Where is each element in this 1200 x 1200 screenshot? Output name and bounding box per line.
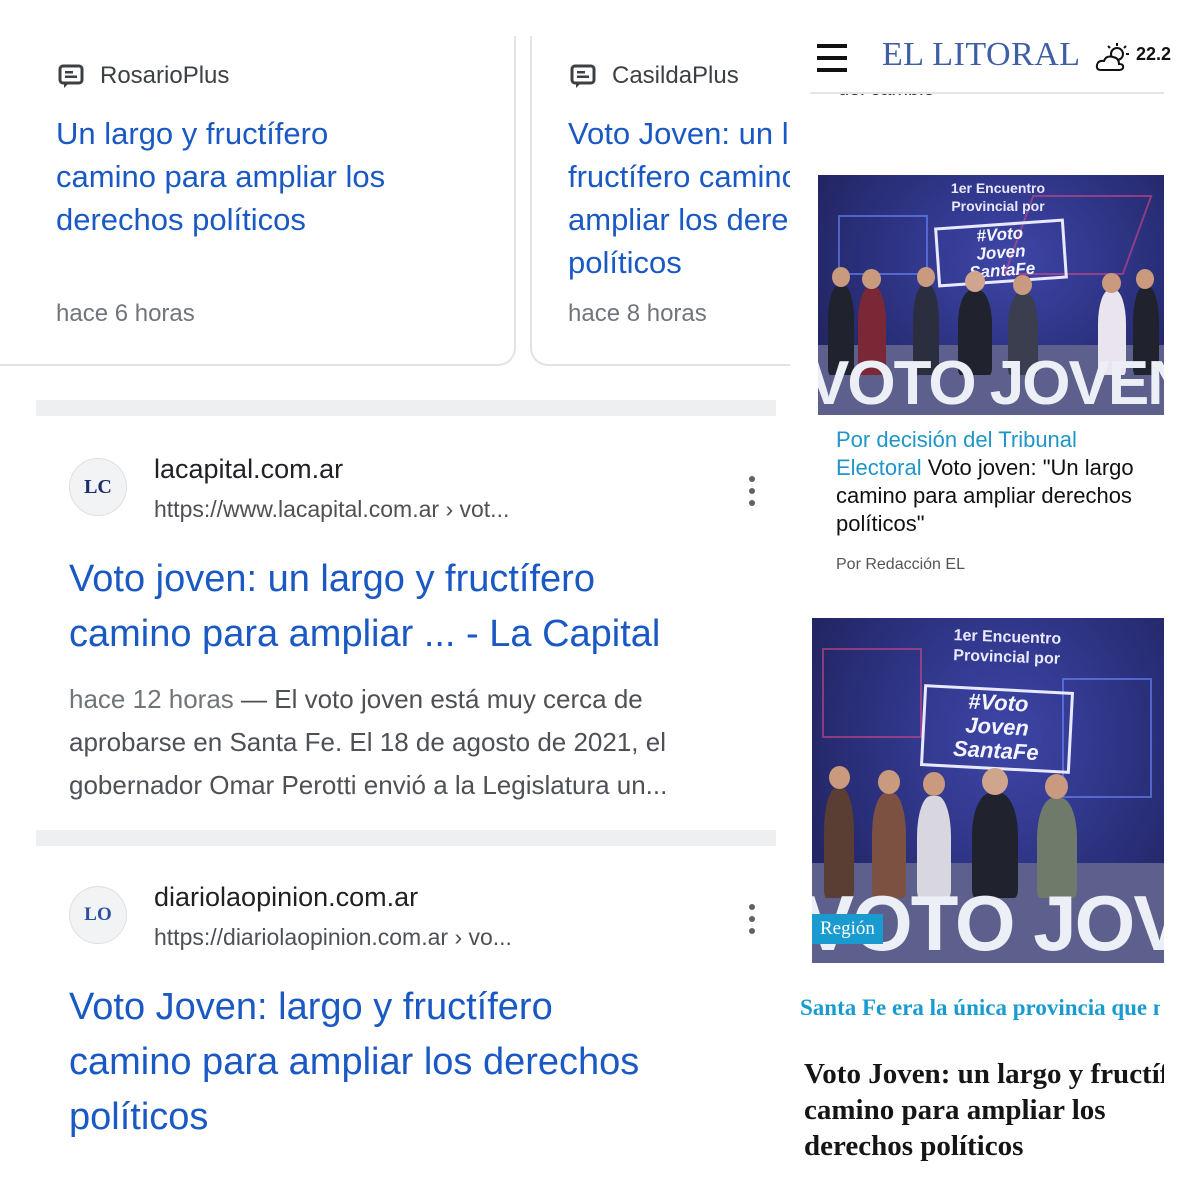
photo-sign: #Voto Joven SantaFe <box>934 218 1068 288</box>
story-title-line: fructífero camino para <box>568 159 790 194</box>
result-url[interactable]: https://www.lacapital.com.ar › vot... <box>154 496 509 523</box>
story-source-name: CasildaPlus <box>612 62 739 89</box>
stage-letters: VOTO JOVEN <box>818 349 1164 415</box>
article-headline[interactable]: Por decisión del Tribunal Electoral Voto… <box>836 426 1166 538</box>
section-divider <box>36 400 776 416</box>
google-news-icon <box>570 64 596 88</box>
story-source: CasildaPlus <box>570 62 739 90</box>
photo-banner-text: 1er Encuentro Provincial por <box>918 179 1078 215</box>
story-title-line: derechos políticos <box>56 202 306 237</box>
photo-banner-text: 1er Encuentro Provincial por <box>921 625 1092 671</box>
site-logo[interactable]: EL LITORAL <box>882 36 1081 74</box>
site-favicon: LC <box>69 458 127 516</box>
person-head <box>1045 774 1068 799</box>
story-title-line: políticos <box>568 245 682 280</box>
more-options-icon[interactable] <box>746 476 758 506</box>
person-head <box>982 768 1008 795</box>
snippet-time: hace 12 horas <box>69 684 234 714</box>
temperature: 22.2 <box>1136 44 1172 64</box>
search-result: LC lacapital.com.ar https://www.lacapita… <box>36 440 776 825</box>
result-snippet: hace 12 horas — El voto joven está muy c… <box>69 678 759 807</box>
person-head <box>1102 273 1121 293</box>
person-head <box>923 772 945 796</box>
result-title-line: políticos <box>69 1096 209 1138</box>
title-line: derechos políticos <box>804 1130 1024 1162</box>
article-byline: Por Redacción EL <box>836 556 965 573</box>
person-head <box>917 267 935 287</box>
article-title[interactable]: Voto Joven: un largo y fructífero camino… <box>804 1056 1164 1164</box>
story-source: RosarioPlus <box>58 62 229 90</box>
result-title-line: Voto joven: un largo y fructífero <box>69 558 595 600</box>
person-head <box>965 271 985 292</box>
banner-line: 1er Encuentro <box>950 180 1046 196</box>
section-badge[interactable]: Región <box>812 914 883 944</box>
result-title-link[interactable]: Voto Joven: largo y fructífero camino pa… <box>69 980 639 1145</box>
story-title-line: ampliar los derechos <box>568 202 790 237</box>
result-title-line: camino para ampliar ... - La Capital <box>69 613 661 655</box>
story-title-line: Un largo y fructífero <box>56 116 329 151</box>
result-site-name[interactable]: lacapital.com.ar <box>154 454 343 485</box>
top-story-card[interactable]: RosarioPlus Un largo y fructífero camino… <box>0 36 516 366</box>
person-head <box>862 269 881 289</box>
article-photo[interactable]: 1er Encuentro Provincial por #Voto Joven… <box>818 175 1164 415</box>
story-source-name: RosarioPlus <box>100 62 230 89</box>
story-time: hace 8 horas <box>568 300 707 327</box>
story-time: hace 6 horas <box>56 300 195 327</box>
search-result: LO diariolaopinion.com.ar https://diario… <box>36 868 776 1168</box>
site-header: EL LITORAL 22.2 <box>790 28 1200 92</box>
stage-decoration <box>1062 678 1152 798</box>
result-title-link[interactable]: Voto joven: un largo y fructífero camino… <box>69 552 660 662</box>
partly-cloudy-icon <box>1095 43 1129 71</box>
result-site-name[interactable]: diariolaopinion.com.ar <box>154 882 418 913</box>
menu-icon[interactable] <box>817 44 847 72</box>
person-head <box>832 267 850 287</box>
story-title-line: Voto Joven: un largo y <box>568 116 790 151</box>
story-title-line: camino para ampliar los <box>56 159 386 194</box>
person-head <box>1013 275 1032 295</box>
top-story-card[interactable]: CasildaPlus Voto Joven: un largo y fruct… <box>530 36 790 366</box>
article-lead: Santa Fe era la única provincia que no l… <box>800 995 1160 1020</box>
google-results-panel: RosarioPlus Un largo y fructífero camino… <box>0 0 790 1200</box>
result-url[interactable]: https://diariolaopinion.com.ar › vo... <box>154 924 512 951</box>
section-divider <box>36 830 776 846</box>
more-options-icon[interactable] <box>746 904 758 934</box>
person-head <box>829 766 850 789</box>
story-title[interactable]: Un largo y fructífero camino para amplia… <box>56 112 496 241</box>
person-head <box>1136 269 1154 289</box>
stage-decoration <box>838 215 928 275</box>
google-news-icon <box>58 64 84 88</box>
el-litoral-panel: del cambio EL LITORAL 22.2 1er Encuentro… <box>790 0 1200 1200</box>
person-head <box>878 770 900 794</box>
article-photo[interactable]: 1er Encuentro Provincial por #Voto Joven… <box>812 618 1164 963</box>
result-title-line: camino para ampliar los derechos <box>69 1041 640 1083</box>
result-title-line: Voto Joven: largo y fructífero <box>69 986 553 1028</box>
header-divider <box>810 92 1164 94</box>
story-title[interactable]: Voto Joven: un largo y fructífero camino… <box>568 112 790 284</box>
photo-sign: #Voto Joven SantaFe <box>919 684 1075 774</box>
title-line: camino para ampliar los <box>804 1094 1106 1126</box>
title-line: Voto Joven: un largo y fructífero <box>804 1058 1164 1090</box>
site-favicon: LO <box>69 886 127 944</box>
stage-decoration <box>822 648 922 738</box>
banner-line: Provincial por <box>951 198 1045 214</box>
